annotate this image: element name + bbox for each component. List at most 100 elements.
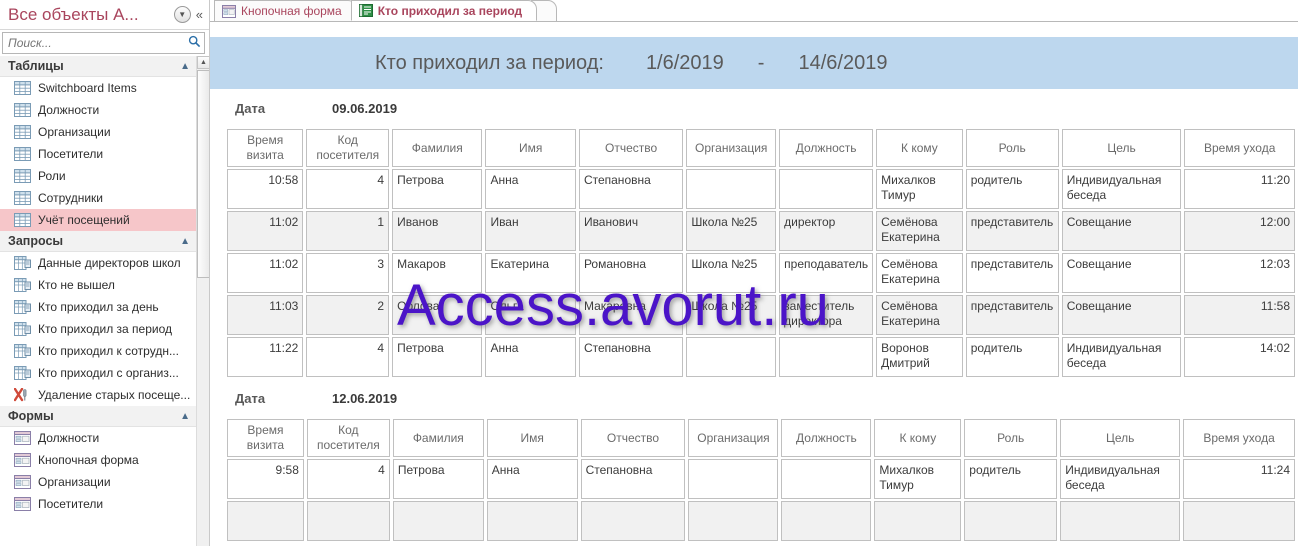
- cell-code: 4: [306, 337, 390, 377]
- table-row[interactable]: 11:03 2 Орлова Ольга Макаровна Школа №25 замес…: [227, 295, 1295, 335]
- cell-to_whom: Семёнова Екатерина: [876, 295, 963, 335]
- cell-code: 1: [306, 211, 390, 251]
- scrollbar-thumb[interactable]: [197, 70, 209, 278]
- report-title: Кто приходил за период:: [375, 51, 604, 74]
- document-tab-label: Кнопочная форма: [241, 4, 342, 18]
- nav-item-1-5[interactable]: Кто приходил с организ...: [0, 362, 196, 384]
- column-header-time_in: Время визита: [227, 129, 304, 167]
- query-icon: [14, 322, 38, 336]
- cell-goal: Индивидуальная беседа: [1061, 169, 1182, 209]
- chevron-down-circle-icon[interactable]: ▼: [173, 6, 191, 23]
- nav-group-header[interactable]: Запросы ▲: [0, 231, 196, 252]
- report-header-banner: Кто приходил за период: 1/6/2019 - 14/6/…: [210, 37, 1298, 89]
- table-row[interactable]: 11:22 4 Петрова Анна Степановна Воронов Дмитр…: [227, 337, 1295, 377]
- table-header-row: Время визита Код посетителя Фамилия Имя Отче…: [227, 129, 1295, 167]
- document-tab-strip: Кнопочная форма Кто приходил за период: [210, 0, 1298, 22]
- navigation-pane-header: Все объекты A... ▼ «: [0, 0, 209, 30]
- cell-code: 4: [306, 459, 390, 499]
- table-row[interactable]: [227, 501, 1295, 541]
- cell-goal: Совещание: [1061, 253, 1182, 293]
- nav-item-2-3[interactable]: Посетители: [0, 493, 196, 515]
- navigation-pane-scrollbar[interactable]: ▲: [196, 56, 209, 546]
- search-input[interactable]: [3, 35, 184, 51]
- cell-patronymic: Степановна: [578, 337, 684, 377]
- cell-time_out: [1183, 501, 1295, 541]
- column-header-time_in: Время визита: [227, 419, 304, 457]
- navigation-pane-title: Все объекты A...: [8, 4, 139, 24]
- cell-time_in: [227, 501, 304, 541]
- column-header-patronymic: Отчество: [578, 129, 684, 167]
- table-row[interactable]: 9:58 4 Петрова Анна Степановна Михалков Тимур…: [227, 459, 1295, 499]
- table-row[interactable]: 11:02 1 Иванов Иван Иванович Школа №25 директо…: [227, 211, 1295, 251]
- cell-time_out: 12:00: [1184, 211, 1295, 251]
- nav-item-1-1[interactable]: Кто не вышел: [0, 274, 196, 296]
- cell-time_in: 11:02: [227, 211, 304, 251]
- search-icon[interactable]: [184, 35, 204, 51]
- nav-item-label: Switchboard Items: [38, 81, 137, 95]
- cell-organization: [686, 169, 777, 209]
- table-header-row: Время визита Код посетителя Фамилия Имя Отче…: [227, 419, 1295, 457]
- nav-item-2-2[interactable]: Организации: [0, 471, 196, 493]
- nav-item-label: Организации: [38, 475, 111, 489]
- nav-item-0-2[interactable]: Организации: [0, 121, 196, 143]
- cell-name: Анна: [486, 459, 578, 499]
- column-header-patronymic: Отчество: [580, 419, 686, 457]
- cell-goal: Совещание: [1061, 295, 1182, 335]
- nav-item-label: Кнопочная форма: [38, 453, 139, 467]
- cell-role: [964, 501, 1058, 541]
- nav-item-1-6[interactable]: Удаление старых посеще...: [0, 384, 196, 406]
- cell-position: [779, 337, 874, 377]
- table-row[interactable]: 11:02 3 Макаров Екатерина Романовна Школа №25…: [227, 253, 1295, 293]
- cell-name: Иван: [485, 211, 576, 251]
- chevron-up-icon[interactable]: ▲: [180, 236, 190, 247]
- access-application-window: Все объекты A... ▼ « Таблицы ▲ Switchboard…: [0, 0, 1298, 546]
- table-icon: [14, 103, 38, 117]
- cell-organization: Школа №25: [686, 211, 777, 251]
- cell-role: родитель: [964, 459, 1058, 499]
- nav-item-0-1[interactable]: Должности: [0, 99, 196, 121]
- nav-item-1-3[interactable]: Кто приходил за период: [0, 318, 196, 340]
- query-icon: [14, 366, 38, 380]
- column-header-code: Код посетителя: [306, 419, 390, 457]
- date-value: 12.06.2019: [332, 390, 398, 406]
- chevron-up-icon[interactable]: ▲: [180, 61, 190, 72]
- report-table-0: Время визита Код посетителя Фамилия Имя Отче…: [224, 127, 1298, 379]
- cell-surname: [392, 501, 484, 541]
- nav-item-0-6[interactable]: Учёт посещений: [0, 209, 196, 231]
- document-tab-1[interactable]: Кто приходил за период: [350, 0, 538, 21]
- cell-role: представитель: [965, 295, 1059, 335]
- nav-item-2-0[interactable]: Должности: [0, 427, 196, 449]
- delete-query-icon: [14, 388, 38, 402]
- nav-group-header[interactable]: Формы ▲: [0, 406, 196, 427]
- cell-time_in: 11:03: [227, 295, 304, 335]
- table-row[interactable]: 10:58 4 Петрова Анна Степановна Михалков Тиму…: [227, 169, 1295, 209]
- nav-item-1-2[interactable]: Кто приходил за день: [0, 296, 196, 318]
- nav-item-1-4[interactable]: Кто приходил к сотрудн...: [0, 340, 196, 362]
- table-icon: [14, 81, 38, 95]
- cell-surname: Иванов: [392, 211, 483, 251]
- cell-patronymic: Иванович: [578, 211, 684, 251]
- double-chevron-left-icon[interactable]: «: [196, 8, 205, 21]
- nav-item-0-0[interactable]: Switchboard Items: [0, 77, 196, 99]
- query-icon: [14, 344, 38, 358]
- nav-item-0-5[interactable]: Сотрудники: [0, 187, 196, 209]
- nav-item-0-4[interactable]: Роли: [0, 165, 196, 187]
- nav-item-1-0[interactable]: Данные директоров школ: [0, 252, 196, 274]
- document-tab-0[interactable]: Кнопочная форма: [214, 0, 357, 21]
- search-box[interactable]: [2, 32, 205, 54]
- cell-name: Ольга: [485, 295, 576, 335]
- column-header-role: Роль: [965, 129, 1059, 167]
- scroll-up-arrow-icon[interactable]: ▲: [197, 56, 209, 69]
- report-date-to: 14/6/2019: [798, 51, 888, 74]
- nav-group-header[interactable]: Таблицы ▲: [0, 56, 196, 77]
- column-header-surname: Фамилия: [392, 129, 483, 167]
- table-icon: [14, 191, 38, 205]
- nav-item-2-1[interactable]: Кнопочная форма: [0, 449, 196, 471]
- chevron-up-icon[interactable]: ▲: [180, 411, 190, 422]
- column-header-goal: Цель: [1061, 129, 1182, 167]
- column-header-to_whom: К кому: [876, 129, 963, 167]
- nav-item-0-3[interactable]: Посетители: [0, 143, 196, 165]
- nav-item-label: Посетители: [38, 147, 104, 161]
- cell-to_whom: Михалков Тимур: [874, 459, 962, 499]
- column-header-position: Должность: [781, 419, 872, 457]
